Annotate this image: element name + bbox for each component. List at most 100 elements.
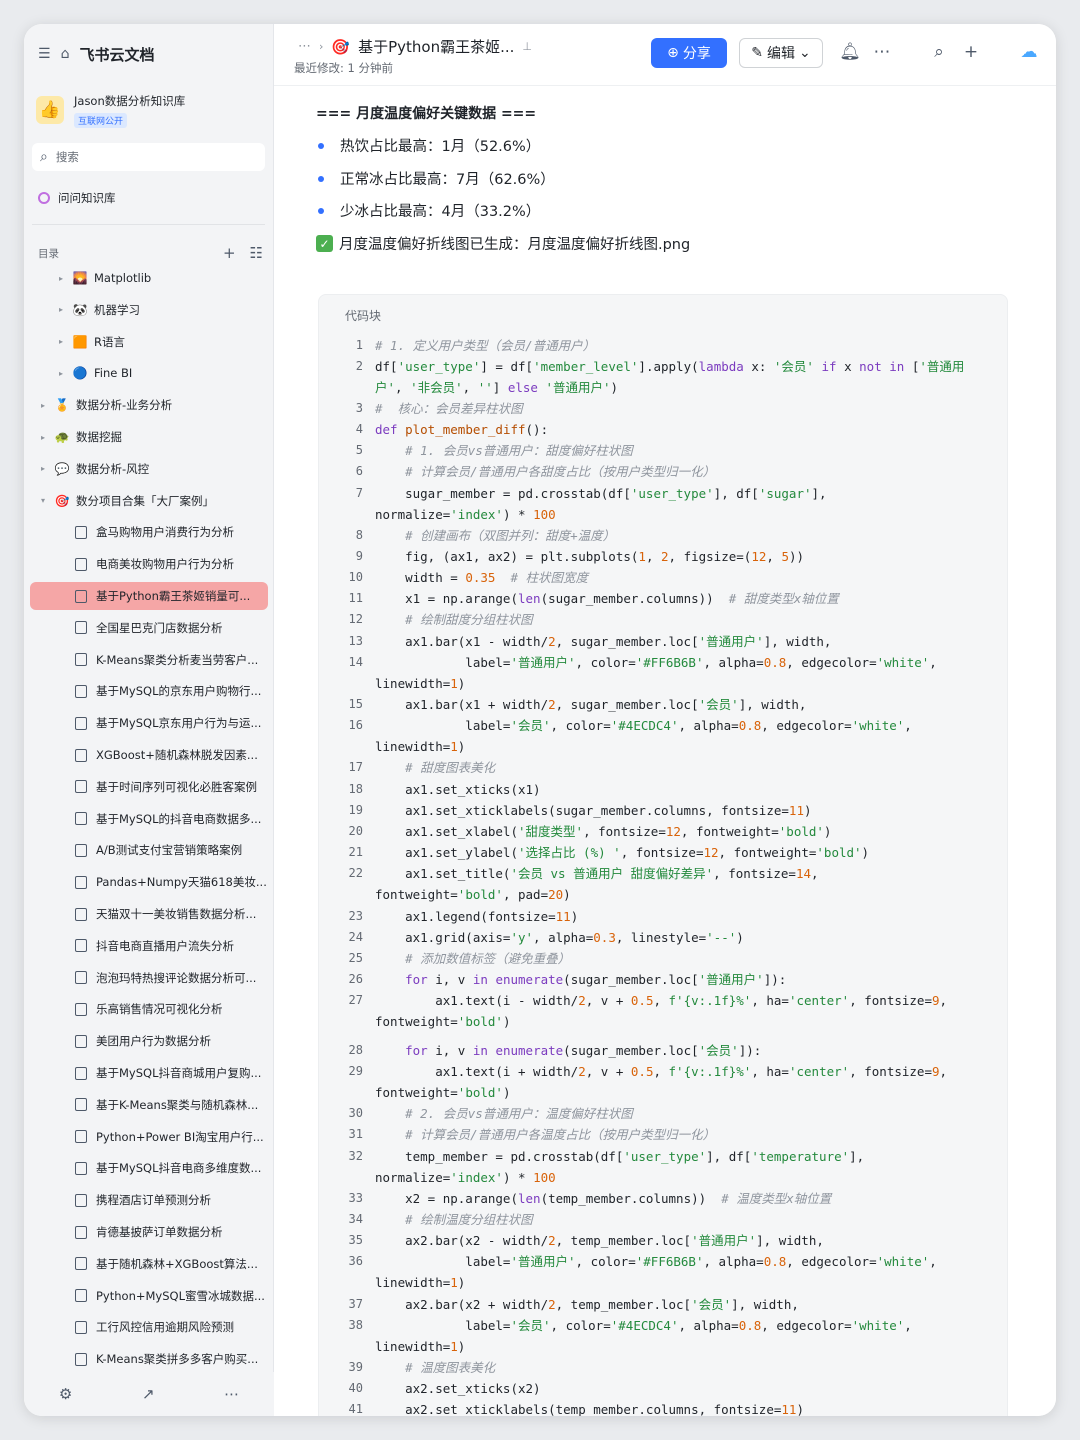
search-doc-icon[interactable]: ⌕ [928, 42, 950, 62]
tree-item[interactable]: 乐高销售情况可视化分析 [30, 995, 268, 1023]
more-options-icon[interactable]: ⋯ [871, 42, 893, 62]
tree-item[interactable]: 携程酒店订单预测分析 [30, 1186, 268, 1214]
chevron-right-icon[interactable]: ▸ [56, 369, 66, 378]
chevron-right-icon[interactable]: ▸ [56, 337, 66, 346]
list-item-text: 少冰占比最高：4月（33.2%） [340, 204, 541, 220]
tree-item[interactable]: A/B测试支付宝营销策略案例 [30, 836, 268, 864]
knowledge-base[interactable]: 👍 Jason数据分析知识库 互联网公开 [36, 90, 263, 130]
code-block[interactable]: 代码块 1 # 1. 定义用户类型（会员/普通用户） 2 df['user_type'… [318, 294, 1008, 1416]
chevron-right-icon[interactable]: ▸ [56, 274, 66, 283]
tree-item[interactable]: ▸ 🔵 Fine BI [30, 359, 268, 387]
chevron-right-icon[interactable]: ▸ [38, 401, 48, 410]
tree-item[interactable]: 天猫双十一美妆销售数据分析... [30, 900, 268, 928]
tree-item[interactable]: 肯德基披萨订单数据分析 [30, 1218, 268, 1246]
tree-item[interactable]: 基于MySQL抖音商城用户复购... [30, 1059, 268, 1087]
sidebar-footer: ⚙ ↗ ⋯ [24, 1372, 274, 1416]
add-icon[interactable]: + [223, 244, 236, 262]
tree-item[interactable]: 盒马购物用户消费行为分析 [30, 518, 268, 546]
breadcrumb-more-icon[interactable]: ⋯ [298, 39, 311, 54]
code-text: # 计算会员/普通用户各甜度占比（按用户类型归一化） [405, 464, 716, 479]
tree-item[interactable]: K-Means聚类拼多多客户购买... [30, 1345, 268, 1373]
tree-item[interactable]: ▸ 💬 数据分析-风控 [30, 455, 268, 483]
code-text: ax1.set_xticklabels(sugar_member.columns… [375, 803, 812, 818]
code-text: fig, (ax1, ax2) = plt.subplots(1, 2, fig… [375, 549, 805, 564]
code-line: 29 ax1.text(i + width/2, v + 0.5, f'{v:.… [319, 1061, 1007, 1083]
folder-emoji-icon: 🔵 [72, 366, 88, 381]
settings-icon[interactable]: ⚙ [59, 1385, 72, 1403]
tree-item[interactable]: 基于K-Means聚类与随机森林... [30, 1091, 268, 1119]
tree-item[interactable]: 基于MySQL的京东用户购物行... [30, 677, 268, 705]
chevron-right-icon[interactable]: ▸ [38, 464, 48, 473]
tree-item[interactable]: 基于Python霸王茶姬销量可... [30, 582, 268, 610]
tree-item-label: 全国星巴克门店数据分析 [96, 620, 223, 635]
chevron-down-icon[interactable]: ▾ [38, 496, 48, 505]
chevron-right-icon[interactable]: ▸ [56, 305, 66, 314]
tree-item[interactable]: 美团用户行为数据分析 [30, 1027, 268, 1055]
app-name: 飞书云文档 [79, 45, 155, 64]
code-text: width = 0.35 # 柱状图宽度 [375, 570, 589, 585]
tree-item[interactable]: ▸ 🐼 机器学习 [30, 296, 268, 324]
tree-item-label: Pandas+Numpy天猫618美妆... [96, 875, 267, 890]
tree-item[interactable]: 基于MySQL京东用户行为与运... [30, 709, 268, 737]
code-line: 20 ax1.set_xlabel('甜度类型', fontsize=12, f… [319, 821, 1007, 843]
tree-item[interactable]: Python+MySQL蜜雪冰城数据... [30, 1282, 268, 1310]
tree-item[interactable]: 基于MySQL抖音电商多维度数... [30, 1154, 268, 1182]
tree-item[interactable]: Pandas+Numpy天猫618美妆... [30, 868, 268, 896]
line-number: 1 [355, 338, 363, 352]
code-text: fontweight='bold') [375, 1014, 511, 1029]
tree-item[interactable]: Python+Power BI淘宝用户行... [30, 1123, 268, 1151]
home-icon[interactable]: ⌂ [61, 46, 70, 62]
line-number: 30 [348, 1106, 363, 1120]
tree-item[interactable]: ▸ 🟧 R语言 [30, 328, 268, 356]
line-number: 31 [348, 1127, 363, 1141]
document-icon [75, 907, 87, 921]
add-new-icon[interactable]: + [960, 42, 982, 62]
pin-icon[interactable]: ⊥ [522, 40, 532, 53]
line-number: 2 [355, 359, 363, 373]
tree-item[interactable]: 工行风控信用逾期风险预测 [30, 1313, 268, 1341]
tree-item-label: Fine BI [94, 366, 133, 381]
tree-item[interactable]: 全国星巴克门店数据分析 [30, 614, 268, 642]
ask-knowledge-base[interactable]: 问问知识库 [38, 184, 263, 212]
tree-item[interactable]: XGBoost+随机森林脱发因素... [30, 741, 268, 769]
tree-item-label: Python+Power BI淘宝用户行... [96, 1129, 264, 1144]
tree-options-icon[interactable]: ☷ [250, 244, 263, 262]
document-icon [75, 1225, 87, 1239]
tree-item[interactable]: 抖音电商直播用户流失分析 [30, 932, 268, 960]
tree-item[interactable]: ▸ 🌄 Matplotlib [30, 264, 268, 292]
code-text: ax2.set_xticklabels(temp_member.columns,… [375, 1402, 804, 1416]
search-box[interactable]: ⌕ 搜索 [32, 143, 265, 171]
more-icon[interactable]: ⋯ [224, 1385, 239, 1403]
line-number: 37 [348, 1297, 363, 1311]
chevron-right-icon[interactable]: ▸ [38, 433, 48, 442]
tree-item[interactable]: 基于MySQL的抖音电商数据多... [30, 805, 268, 833]
tree-item-label: 基于MySQL京东用户行为与运... [96, 716, 262, 731]
code-text: # 添加数值标签（避免重叠） [405, 951, 571, 966]
doc-title[interactable]: 基于Python霸王茶姬... [358, 36, 514, 57]
share-out-icon[interactable]: ↗ [142, 1385, 155, 1403]
code-text: label='会员', color='#4ECDC4', alpha=0.8, … [375, 718, 912, 733]
document-icon [75, 812, 87, 826]
tree-item[interactable]: 基于时间序列可视化必胜客案例 [30, 773, 268, 801]
line-number: 21 [348, 845, 363, 859]
tree-item[interactable]: 基于随机森林+XGBoost算法... [30, 1250, 268, 1278]
code-line: 26 for i, v in enumerate(sugar_member.lo… [319, 969, 1007, 991]
document-icon [75, 1193, 87, 1207]
document-icon [75, 1066, 87, 1080]
tree-item[interactable]: 电商美妆购物用户行为分析 [30, 550, 268, 578]
tree-item[interactable]: 泡泡玛特热搜评论数据分析可... [30, 964, 268, 992]
edit-label: 编辑 [767, 46, 795, 62]
cloud-icon[interactable]: ☁ [1018, 42, 1040, 62]
tree-item[interactable]: ▸ 🐢 数据挖掘 [30, 423, 268, 451]
share-button[interactable]: ⊕ 分享 [651, 38, 727, 68]
bell-icon[interactable]: 🔔︎ [839, 42, 861, 62]
collapse-sidebar-icon[interactable]: ☰ [38, 46, 51, 62]
code-line: linewidth=1) [319, 1272, 1007, 1294]
tree-item[interactable]: ▾ 🎯 数分项目合集「大厂案例」 [30, 487, 268, 515]
document-icon [75, 875, 87, 889]
line-number: 38 [348, 1318, 363, 1332]
tree-item[interactable]: K-Means聚类分析麦当劳客户... [30, 646, 268, 674]
edit-button[interactable]: ✎ 编辑 ⌄ [739, 38, 823, 68]
tree-item[interactable]: ▸ 🏅 数据分析-业务分析 [30, 391, 268, 419]
document-icon [75, 843, 87, 857]
